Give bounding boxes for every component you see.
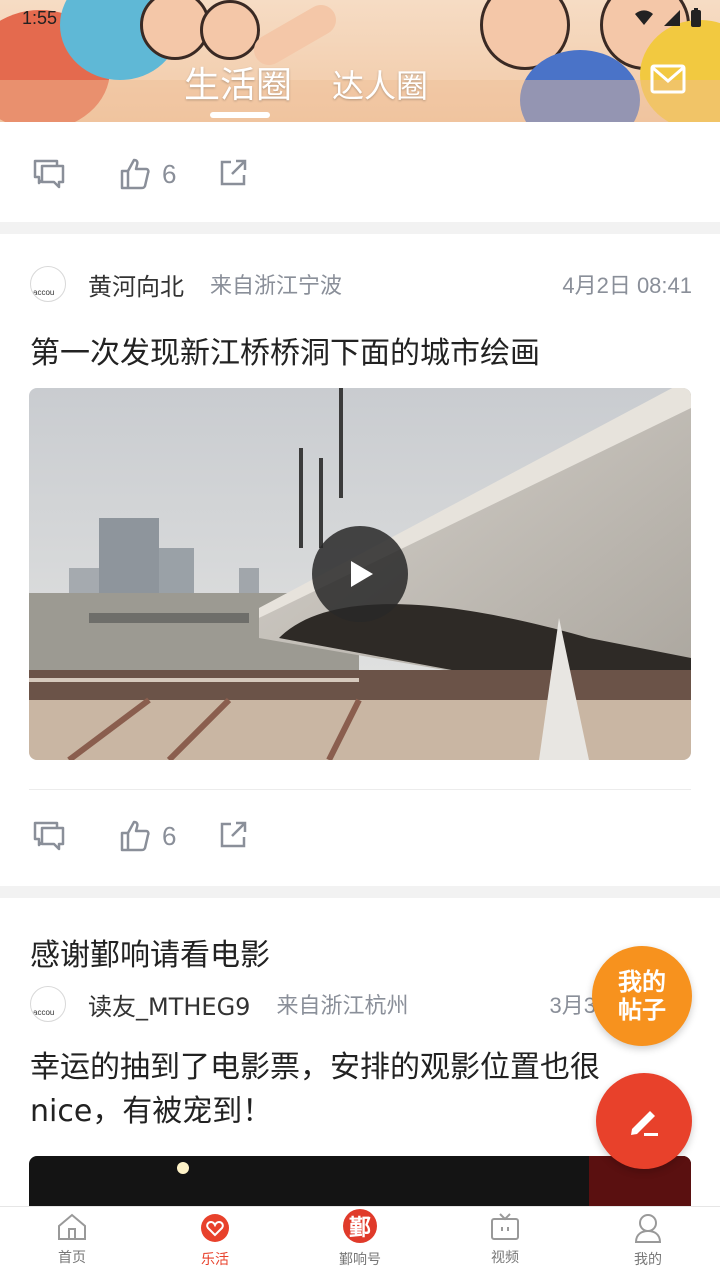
post-video[interactable] (29, 388, 691, 760)
battery-icon (691, 8, 701, 27)
nav-lehuo[interactable]: 乐活 (165, 1213, 265, 1269)
comment-icon (33, 159, 65, 189)
nav-yinxiang-label: 鄞响号 (339, 1252, 381, 1268)
nav-mine-label: 我的 (634, 1252, 662, 1268)
share-button[interactable] (218, 820, 248, 850)
post-body[interactable]: 幸运的抽到了电影票，安排的观影位置也很nice，有被宠到！ (30, 1046, 670, 1134)
share-icon (220, 159, 247, 186)
author-name[interactable]: 黄河向北 (88, 267, 184, 302)
yinxiang-icon: 鄞 (343, 1209, 377, 1243)
post-user-row: accou 黄河向北 来自浙江宁波 4月2日 08:41 (30, 264, 692, 304)
play-icon (351, 561, 373, 587)
nav-mine[interactable]: 我的 (598, 1213, 698, 1269)
tab-life-circle[interactable]: 生活圈 (184, 56, 292, 108)
post-location: 来自浙江宁波 (210, 274, 343, 299)
home-icon (58, 1213, 86, 1240)
header-banner: 1:55 生活圈 达人圈 (0, 0, 720, 122)
post-card: accou 黄河向北 来自浙江宁波 4月2日 08:41 第一次发现新江桥桥洞下… (0, 234, 720, 886)
heart-icon (201, 1214, 229, 1242)
nav-home[interactable]: 首页 (22, 1213, 122, 1267)
status-time: 1:55 (22, 8, 58, 28)
tab-indicator (210, 112, 270, 118)
divider (29, 789, 691, 790)
avatar[interactable]: accou (30, 986, 66, 1022)
author-name[interactable]: 读友_MTHEG9 (88, 987, 250, 1022)
app-root: 1:55 生活圈 达人圈 6 accou 黄河向北 来自浙江宁波 4月2日 08… (0, 0, 720, 1280)
post-actions: 6 (0, 146, 720, 206)
post-actions: 6 (0, 806, 720, 866)
like-count: 6 (162, 158, 177, 189)
thumbs-up-icon (120, 820, 150, 852)
wifi-icon (635, 10, 653, 25)
play-button[interactable] (312, 526, 408, 622)
comment-button[interactable] (32, 158, 66, 190)
my-posts-label-line2: 帖子 (618, 996, 666, 1024)
my-posts-label-line1: 我的 (618, 968, 666, 996)
nav-lehuo-label: 乐活 (201, 1252, 229, 1268)
avatar-text: accou (33, 1008, 55, 1017)
comment-button[interactable] (32, 820, 66, 852)
top-tabs: 生活圈 达人圈 (184, 56, 428, 108)
tv-icon (491, 1213, 519, 1240)
nav-video[interactable]: 视频 (455, 1213, 555, 1267)
comment-icon (33, 821, 65, 851)
post-title[interactable]: 感谢鄞响请看电影 (30, 930, 270, 974)
nav-yinxiang[interactable]: 鄞 鄞响号 (310, 1209, 410, 1269)
signal-icon (664, 10, 680, 26)
post-title[interactable]: 第一次发现新江桥桥洞下面的城市绘画 (30, 328, 540, 372)
post-time: 3月3 (549, 993, 596, 1018)
post-card: 6 (0, 122, 720, 222)
thumbs-up-icon (120, 158, 150, 190)
pencil-icon (631, 1111, 658, 1136)
like-button[interactable]: 6 (120, 820, 176, 852)
post-card: 感谢鄞响请看电影 accou 读友_MTHEG9 来自浙江杭州 3月3 幸运的抽… (0, 898, 720, 1218)
status-bar: 1:55 (0, 0, 720, 36)
nav-home-label: 首页 (58, 1250, 86, 1266)
avatar[interactable]: accou (30, 266, 66, 302)
status-icons (634, 8, 702, 28)
nav-video-label: 视频 (491, 1250, 519, 1266)
post-time: 4月2日 08:41 (562, 273, 692, 298)
like-button[interactable]: 6 (120, 158, 176, 190)
tab-expert-circle[interactable]: 达人圈 (332, 61, 428, 107)
light-spot (177, 1162, 189, 1174)
mail-icon[interactable] (650, 64, 686, 94)
compose-button[interactable] (596, 1073, 692, 1169)
profile-icon (634, 1214, 662, 1243)
like-count: 6 (162, 820, 177, 851)
share-icon (220, 821, 247, 848)
share-button[interactable] (218, 158, 248, 188)
avatar-text: accou (33, 288, 55, 297)
bottom-nav: 首页 乐活 鄞 鄞响号 视频 我的 (0, 1206, 720, 1280)
post-location: 来自浙江杭州 (276, 994, 409, 1019)
my-posts-button[interactable]: 我的 帖子 (592, 946, 692, 1046)
